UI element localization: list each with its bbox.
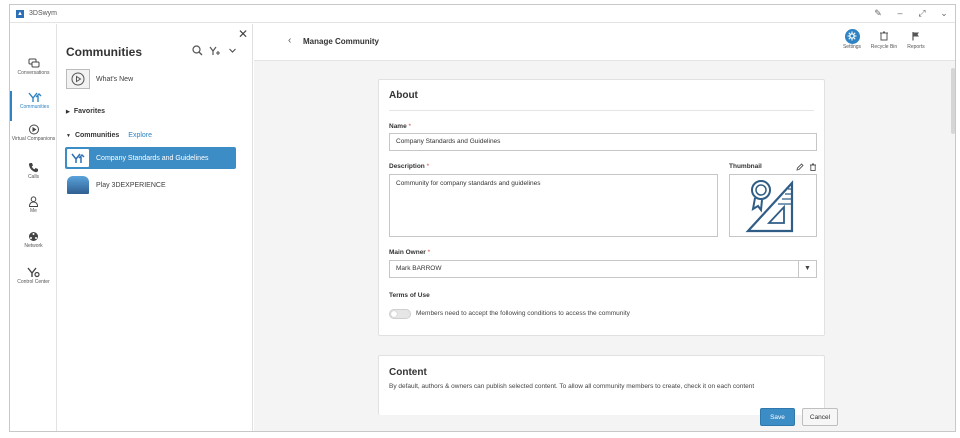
divider [389,110,814,111]
communities-label: Communities [74,132,120,139]
page-title: Manage Community [303,37,380,46]
flag-icon [912,32,919,41]
whats-new-item[interactable]: What's New [66,69,133,89]
nav-label: Calls [27,174,40,180]
required-mark: * [426,163,430,170]
main-header: ‹ Manage Community Settings Recycle Bin … [254,24,955,61]
terms-label: Terms of Use [389,292,430,299]
left-navigation: Conversations Communities Virtual Compan… [10,24,57,431]
user-icon [28,196,39,207]
main-content: ‹ Manage Community Settings Recycle Bin … [254,24,955,431]
name-field[interactable]: Company Standards and Guidelines [389,133,817,151]
nav-item-communities[interactable]: Communities [10,91,57,121]
nav-item-calls[interactable]: Calls [10,162,57,192]
app-window: ▲ 3DSwym ✎ – ⤢ ⌄ Conversations Communiti… [9,4,956,432]
gear-icon [844,28,860,44]
play-icon [66,69,90,89]
communities-icon [27,92,41,102]
whats-new-label: What's New [96,75,134,83]
close-icon[interactable]: ✕ [238,27,248,41]
title-bar: ▲ 3DSwym ✎ – ⤢ ⌄ [10,5,955,23]
dropdown-arrow-icon[interactable]: ▼ [798,261,816,277]
favorites-label: Favorites [73,108,105,115]
main-owner-value: Mark BARROW [396,265,442,272]
reports-button[interactable]: Reports [900,28,932,50]
main-owner-label: Main Owner * [389,249,430,256]
chevron-down-icon[interactable]: ⌄ [939,8,949,19]
settings-button[interactable]: Settings [836,28,868,50]
required-mark: * [427,249,431,256]
action-label: Settings [842,44,862,50]
nav-item-me[interactable]: Me [10,196,57,226]
required-mark: * [408,123,412,130]
explore-link[interactable]: Explore [128,132,152,139]
expand-icon[interactable]: ⤢ [917,8,927,19]
trash-icon[interactable] [809,163,817,171]
nav-item-conversations[interactable]: Conversations [10,58,57,88]
about-title: About [389,90,418,101]
virtual-companions-icon [28,124,39,135]
community-item[interactable]: Play 3DEXPERIENCE [65,174,236,196]
favorites-section[interactable]: ▶ Favorites [66,108,105,115]
description-label-text: Description [389,163,425,170]
nav-item-network[interactable]: Network [10,231,57,261]
community-label: Company Standards and Guidelines [96,154,209,162]
communities-panel: ✕ Communities What's New ▶ Favorites ▼ Com… [58,24,253,431]
about-card: About Name * Company Standards and Guide… [378,79,825,336]
name-label-text: Name [389,123,407,130]
3ds-logo-icon: ▲ [16,9,24,18]
award-ruler-icon [745,179,794,232]
nav-item-control-center[interactable]: Control Center [10,266,57,296]
cancel-button[interactable]: Cancel [802,408,838,426]
content-card: Content By default, authors & owners can… [378,355,825,415]
nav-label: Virtual Companions [11,136,56,142]
save-button[interactable]: Save [760,408,795,426]
action-label: Reports [907,44,925,50]
nav-label: Control Center [17,279,50,285]
thumbnail-label: Thumbnail [729,163,762,170]
search-icon[interactable] [192,45,203,56]
back-icon[interactable]: ‹ [288,35,291,46]
caret-down-icon: ▼ [66,133,71,139]
content-title: Content [389,367,427,378]
thumbnail-image[interactable] [729,174,817,237]
main-owner-select[interactable]: Mark BARROW ▼ [389,260,817,278]
description-label: Description * [389,163,429,170]
nav-label: Communities [19,104,50,110]
community-item[interactable]: Company Standards and Guidelines [65,147,236,169]
conversations-icon [28,58,39,68]
terms-toggle[interactable] [389,309,411,319]
description-field[interactable]: Community for company standards and guid… [389,174,718,237]
nav-label: Network [24,243,43,249]
pencil-icon[interactable] [796,163,804,171]
scrollbar[interactable] [951,68,955,134]
network-icon [29,232,38,241]
phone-icon [28,163,38,173]
nav-item-virtual-companions[interactable]: Virtual Companions [10,124,57,154]
recycle-bin-button[interactable]: Recycle Bin [868,28,900,50]
community-label: Play 3DEXPERIENCE [96,181,166,189]
nav-label: Conversations [17,70,50,76]
community-logo-icon [67,149,89,167]
recycle-bin-icon [880,31,888,41]
action-label: Recycle Bin [870,44,898,50]
content-description: By default, authors & owners can publish… [389,383,755,390]
chevron-down-icon[interactable] [228,46,237,55]
caret-right-icon: ▶ [66,109,70,115]
app-name: 3DSwym [29,10,58,17]
communities-section[interactable]: ▼ Communities Explore [66,132,152,139]
pencil-icon[interactable]: ✎ [873,8,883,19]
add-community-icon[interactable] [209,45,222,56]
community-image [67,176,89,194]
minimize-icon[interactable]: – [895,8,905,19]
panel-title: Communities [66,45,143,59]
name-label: Name * [389,123,411,130]
main-owner-label-text: Main Owner [389,249,426,256]
nav-label: Me [30,208,37,214]
terms-text: Members need to accept the following con… [416,310,630,317]
control-center-icon [27,267,40,278]
